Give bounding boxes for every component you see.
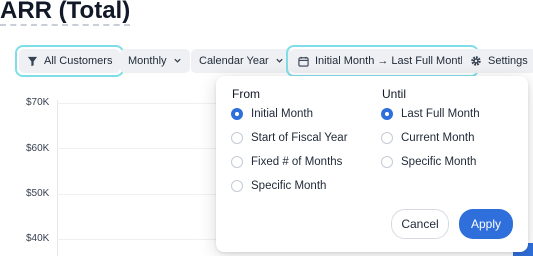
until-option-specific-month[interactable]: Specific Month [381,156,476,168]
period-label: Monthly [128,55,167,67]
until-heading: Until [382,87,407,101]
settings-button[interactable]: Settings [462,49,533,73]
chart-gridline [57,239,227,240]
until-option-last-full-month[interactable]: Last Full Month [381,108,480,120]
from-option-start-of-fiscal-year[interactable]: Start of Fiscal Year [231,132,348,144]
until-option-current-month[interactable]: Current Month [381,132,475,144]
from-heading: From [232,87,260,101]
radio-unselected[interactable] [381,132,393,144]
y-axis-tick-label: $60K [26,143,50,154]
radio-unselected[interactable] [231,180,243,192]
radio-unselected[interactable] [231,156,243,168]
calendar-icon [298,56,309,67]
option-label: Initial Month [251,108,314,120]
from-option-initial-month[interactable]: Initial Month [231,108,313,120]
date-range-label: Initial Month → Last Full Month [315,55,467,67]
option-label: Last Full Month [401,108,480,120]
all-customers-label: All Customers [44,55,113,67]
from-option-specific-month[interactable]: Specific Month [231,180,326,192]
option-label: Start of Fiscal Year [251,132,348,144]
y-axis-tick-label: $50K [26,188,50,199]
chart-gridline [57,148,227,149]
chart-y-axis-line [57,100,58,256]
from-option-fixed-months[interactable]: Fixed # of Months [231,156,342,168]
gear-icon [470,55,482,67]
date-range-popover: From Until Initial Month Start of Fiscal… [216,76,528,252]
page-title: ARR (Total) [0,0,131,26]
y-axis-tick-label: $40K [26,233,50,244]
option-label: Specific Month [251,180,327,192]
cancel-button[interactable]: Cancel [391,209,449,239]
date-range-button[interactable]: Initial Month → Last Full Month [286,45,479,77]
chart-gridline [57,103,227,104]
period-dropdown[interactable]: Monthly [120,49,190,73]
option-label: Specific Month [401,156,477,168]
calendar-year-label: Calendar Year [199,55,269,67]
radio-unselected[interactable] [381,156,393,168]
option-label: Fixed # of Months [251,156,343,168]
filter-icon [27,56,38,67]
radio-unselected[interactable] [231,132,243,144]
all-customers-button[interactable]: All Customers [14,45,125,77]
radio-selected[interactable] [231,108,243,120]
radio-selected[interactable] [381,108,393,120]
calendar-year-dropdown[interactable]: Calendar Year [191,49,292,73]
chart-gridline [57,194,227,195]
chevron-down-icon [275,56,284,67]
option-label: Current Month [401,132,475,144]
y-axis-tick-label: $70K [26,97,50,108]
apply-button[interactable]: Apply [459,209,513,239]
settings-label: Settings [488,55,528,67]
chevron-down-icon [173,56,182,67]
